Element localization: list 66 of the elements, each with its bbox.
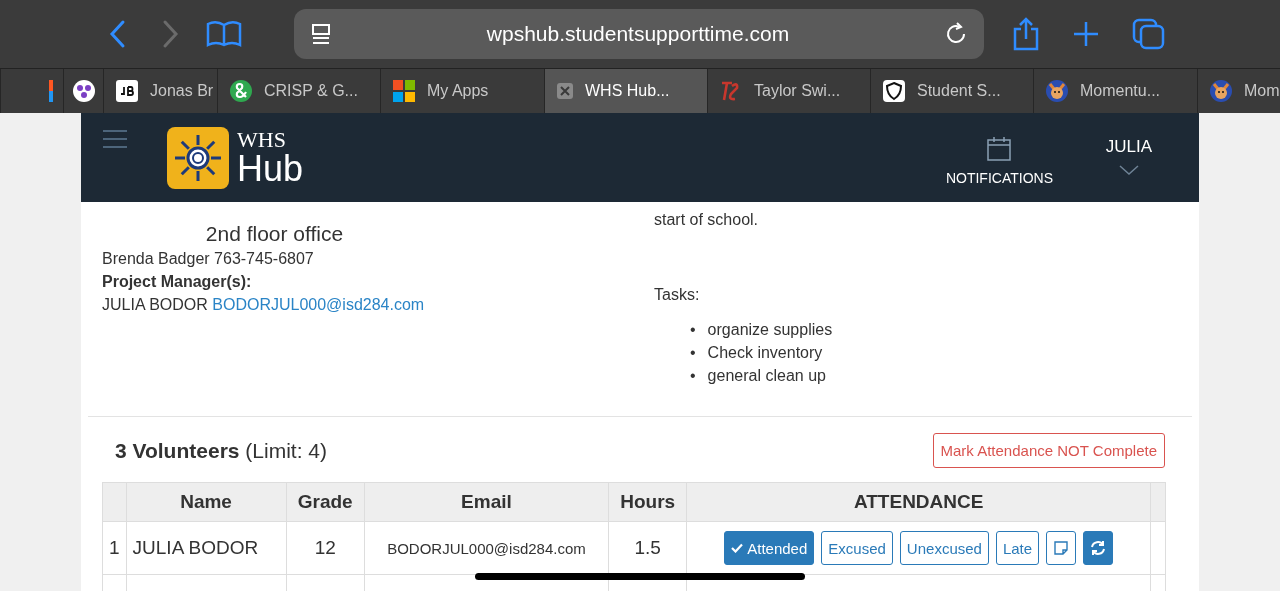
address-bar[interactable]: wpshub.studentsupporttime.com [294, 9, 984, 59]
browser-tab[interactable]: Student S... [870, 69, 1033, 113]
column-header: Email [364, 482, 609, 522]
menu-icon[interactable] [103, 130, 127, 148]
note-button[interactable] [1046, 531, 1077, 565]
browser-tab[interactable] [63, 69, 103, 113]
contact-text: Brenda Badger 763-745-6807 [102, 249, 315, 269]
mascot-icon [1210, 80, 1232, 102]
bullet-mark: • [690, 366, 696, 386]
book-icon[interactable] [206, 20, 242, 48]
project-manager-label: Project Manager(s): [102, 272, 253, 292]
ampersand-icon [230, 80, 252, 102]
jb-icon [116, 80, 138, 102]
bullet-mark: • [690, 343, 696, 363]
refresh-icon [1090, 540, 1107, 556]
dots-icon [72, 80, 95, 102]
email-link[interactable]: BODORJUL000@isd284.com [212, 296, 425, 313]
location-text: 2nd floor office [204, 222, 345, 245]
shield-icon [883, 80, 905, 102]
mascot-icon [1046, 80, 1068, 102]
grade-cell: 12 [286, 521, 365, 575]
task-item: Check inventory [707, 343, 823, 363]
browser-tab[interactable]: Momentu... [1033, 69, 1197, 113]
browser-tab[interactable]: Jonas Br [103, 69, 217, 113]
url-text: wpshub.studentsupporttime.com [485, 22, 791, 46]
column-header: Hours [608, 482, 687, 522]
description-text: start of school. [654, 210, 760, 230]
column-header: Name [126, 482, 287, 522]
browser-tab[interactable]: WHS Hub... [544, 69, 707, 113]
tabs-icon[interactable] [1132, 18, 1166, 50]
close-icon[interactable] [557, 83, 573, 99]
row-number: 1 [102, 521, 127, 575]
sun-logo-icon [167, 126, 229, 189]
plus-icon[interactable] [1072, 20, 1100, 48]
stripe-icon [49, 80, 53, 102]
user-menu[interactable]: JULIA [1105, 136, 1153, 157]
bullet-mark: • [690, 320, 696, 340]
browser-tab[interactable]: CRISP & G... [217, 69, 380, 113]
tasks-label: Tasks: [654, 285, 701, 305]
chevron-down-icon[interactable] [1119, 164, 1139, 175]
volunteers-heading: 3 Volunteers (Limit: 4) [115, 438, 327, 463]
notifications-link[interactable]: NOTIFICATIONS [945, 169, 1053, 186]
calendar-icon[interactable] [986, 135, 1013, 162]
name-cell: JULIA BODOR [126, 521, 287, 575]
attendance-button[interactable]: Unexcused [899, 531, 989, 565]
attendance-button[interactable]: Attended [724, 531, 815, 565]
logo-text: Hub [237, 150, 304, 187]
windows-grid-icon [393, 80, 415, 102]
task-item: organize supplies [707, 320, 833, 340]
attendance-button[interactable]: Excused [821, 531, 893, 565]
share-icon[interactable] [1012, 17, 1040, 51]
task-item: general clean up [707, 366, 826, 386]
mark-attendance-button[interactable]: Mark Attendance NOT Complete [932, 433, 1165, 468]
logo-text: WHS [237, 128, 287, 151]
browser-tab[interactable]: My Apps [380, 69, 544, 113]
browser-tab[interactable]: Taylor Swi... [707, 69, 870, 113]
column-header: Grade [286, 482, 365, 522]
browser-tab[interactable]: Mom [1197, 69, 1280, 113]
attendance-button[interactable]: Late [995, 531, 1040, 565]
column-header: ATTENDANCE [686, 482, 1151, 522]
check-icon [731, 543, 744, 553]
reload-icon[interactable] [944, 22, 968, 46]
note-icon [1054, 541, 1069, 555]
manager-name: JULIA BODOR [102, 296, 208, 313]
refresh-button[interactable] [1083, 531, 1114, 565]
reader-icon[interactable] [310, 22, 332, 46]
